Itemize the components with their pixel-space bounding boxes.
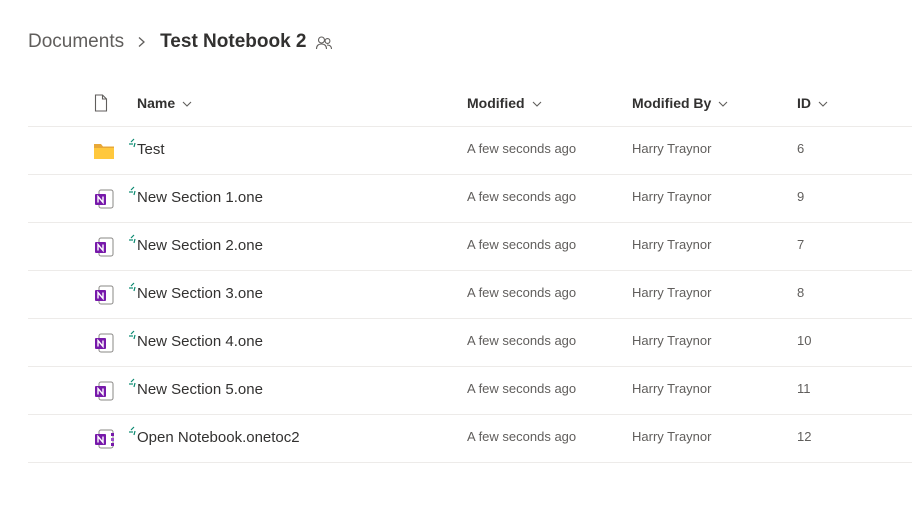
file-name-link[interactable]: New Section 4.one <box>137 333 263 350</box>
modified-by: Harry Traynor <box>632 285 712 300</box>
modified-by: Harry Traynor <box>632 333 712 348</box>
file-name-link[interactable]: New Section 3.one <box>137 285 263 302</box>
chevron-right-icon <box>132 28 152 56</box>
item-id: 6 <box>797 141 805 156</box>
table-row[interactable]: New Section 4.one A few seconds ago Harr… <box>28 319 912 367</box>
onenote-section-icon <box>92 236 116 258</box>
modified-date: A few seconds ago <box>467 285 577 300</box>
column-header-modified-label: Modified <box>467 95 525 111</box>
column-header-modified[interactable]: Modified <box>467 80 543 126</box>
chevron-down-icon <box>181 97 193 109</box>
column-header-id[interactable]: ID <box>797 80 829 126</box>
folder-icon <box>92 140 116 162</box>
table-row[interactable]: New Section 1.one A few seconds ago Harr… <box>28 175 912 223</box>
table-row[interactable]: Open Notebook.onetoc2 A few seconds ago … <box>28 415 912 463</box>
breadcrumb-documents-link[interactable]: Documents <box>28 31 124 53</box>
breadcrumb-current: Test Notebook 2 <box>160 31 307 52</box>
breadcrumb: Documents Test Notebook 2 <box>28 28 333 56</box>
chevron-down-icon <box>817 97 829 109</box>
modified-by: Harry Traynor <box>632 381 712 396</box>
modified-by: Harry Traynor <box>632 141 712 156</box>
item-id: 9 <box>797 189 805 204</box>
table-row[interactable]: Test A few seconds ago Harry Traynor 6 <box>28 127 912 175</box>
file-name-link[interactable]: New Section 2.one <box>137 237 263 254</box>
file-name-link[interactable]: Open Notebook.onetoc2 <box>137 429 300 446</box>
modified-by: Harry Traynor <box>632 189 712 204</box>
onenote-section-icon <box>92 380 116 402</box>
chevron-down-icon <box>531 97 543 109</box>
file-name-link[interactable]: New Section 1.one <box>137 189 263 206</box>
onenote-section-icon <box>92 188 116 210</box>
column-header-name-label: Name <box>137 95 176 111</box>
list-header: Name Modified Modified By ID <box>28 80 912 127</box>
document-icon[interactable] <box>93 94 109 112</box>
onenote-notebook-icon <box>92 428 116 450</box>
modified-date: A few seconds ago <box>467 189 577 204</box>
modified-date: A few seconds ago <box>467 237 577 252</box>
item-id: 12 <box>797 429 812 444</box>
onenote-section-icon <box>92 284 116 306</box>
item-id: 10 <box>797 333 812 348</box>
file-list: Test A few seconds ago Harry Traynor 6 N… <box>28 127 912 463</box>
modified-by: Harry Traynor <box>632 429 712 444</box>
item-id: 11 <box>797 381 811 396</box>
modified-date: A few seconds ago <box>467 141 577 156</box>
modified-date: A few seconds ago <box>467 381 577 396</box>
column-header-name[interactable]: Name <box>137 80 193 126</box>
table-row[interactable]: New Section 3.one A few seconds ago Harr… <box>28 271 912 319</box>
modified-date: A few seconds ago <box>467 429 577 444</box>
modified-date: A few seconds ago <box>467 333 577 348</box>
column-header-id-label: ID <box>797 95 811 111</box>
column-header-modified-by[interactable]: Modified By <box>632 80 729 126</box>
table-row[interactable]: New Section 2.one A few seconds ago Harr… <box>28 223 912 271</box>
onenote-section-icon <box>92 332 116 354</box>
table-row[interactable]: New Section 5.one A few seconds ago Harr… <box>28 367 912 415</box>
file-name-link[interactable]: Test <box>137 141 165 158</box>
chevron-down-icon <box>717 97 729 109</box>
modified-by: Harry Traynor <box>632 237 712 252</box>
people-icon[interactable] <box>315 34 333 52</box>
item-id: 7 <box>797 237 805 252</box>
column-header-modified-by-label: Modified By <box>632 95 712 111</box>
file-name-link[interactable]: New Section 5.one <box>137 381 263 398</box>
item-id: 8 <box>797 285 805 300</box>
